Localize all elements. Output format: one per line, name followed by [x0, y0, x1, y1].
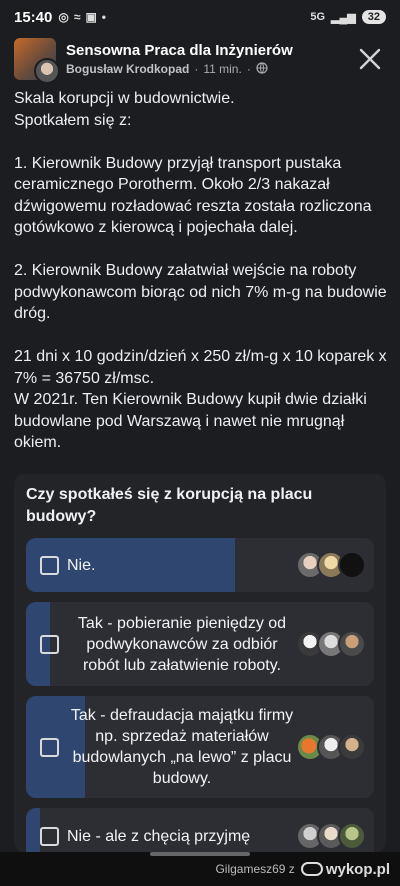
status-bar: 15:40 ◎ ≈ ▣ • 5G ▂▄▆ 32 — [0, 0, 400, 34]
voter-avatars[interactable] — [296, 822, 366, 850]
voter-avatar — [338, 551, 366, 579]
poll-option-3[interactable]: Nie - ale z chęcią przyjmę — [26, 808, 374, 852]
poll-option-0[interactable]: Nie. — [26, 538, 374, 592]
battery-badge: 32 — [361, 10, 386, 24]
clock: 15:40 — [14, 8, 53, 26]
voter-avatar — [338, 822, 366, 850]
wykop-mark-icon — [300, 862, 323, 876]
post-meta: Bogusław Krodkopad · 11 min. · — [66, 61, 354, 77]
voter-avatars[interactable] — [296, 630, 366, 658]
poll-option-label: Nie. — [67, 556, 96, 574]
poll-checkbox[interactable] — [40, 737, 59, 757]
signal-icon: ▂▄▆ — [331, 11, 356, 24]
poll-question: Czy spotkałeś się z korupcją na placu bu… — [26, 486, 313, 525]
source-user: Gilgamesz69 z — [215, 862, 295, 876]
poll: Czy spotkałeś się z korupcją na placu bu… — [14, 474, 386, 852]
author-name[interactable]: Bogusław Krodkopad — [66, 62, 189, 76]
dot-icon: • — [101, 10, 106, 24]
voter-avatar — [338, 733, 366, 761]
poll-checkbox[interactable] — [40, 634, 59, 654]
watermark-bar: Gilgamesz69 z wykop.pl — [0, 852, 400, 886]
poll-option-2[interactable]: Tak - defraudacja majątku firmy np. sprz… — [26, 696, 374, 798]
globe-icon — [256, 61, 268, 77]
poll-checkbox[interactable] — [40, 826, 59, 846]
group-avatar[interactable] — [14, 38, 60, 84]
signal-waves-icon: ≈ — [73, 10, 81, 24]
group-title[interactable]: Sensowna Praca dla Inżynierów — [66, 42, 354, 59]
notification-icons: ◎ ≈ ▣ • — [58, 10, 106, 24]
gesture-handle[interactable] — [150, 852, 250, 856]
poll-option-label: Tak - pobieranie pieniędzy od podwykonaw… — [77, 614, 287, 674]
wykop-brand: wykop.pl — [325, 860, 390, 878]
poll-option-label: Nie - ale z chęcią przyjmę — [67, 827, 251, 845]
close-icon[interactable] — [354, 43, 386, 75]
header-text: Sensowna Praca dla Inżynierów Bogusław K… — [66, 42, 354, 77]
meta-separator-2: · — [246, 62, 251, 76]
instagram-icon: ◎ — [58, 10, 69, 24]
post-header: Sensowna Praca dla Inżynierów Bogusław K… — [0, 34, 400, 84]
author-avatar[interactable] — [34, 58, 60, 84]
voter-avatars[interactable] — [296, 733, 366, 761]
image-icon: ▣ — [85, 10, 97, 24]
voter-avatars[interactable] — [296, 551, 366, 579]
status-right: 5G ▂▄▆ 32 — [310, 10, 386, 24]
post-time[interactable]: 11 min. — [203, 62, 241, 76]
voter-avatar — [338, 630, 366, 658]
poll-option-1[interactable]: Tak - pobieranie pieniędzy od podwykonaw… — [26, 602, 374, 686]
status-left: 15:40 ◎ ≈ ▣ • — [14, 9, 106, 26]
poll-checkbox[interactable] — [40, 555, 59, 575]
meta-separator: · — [194, 62, 199, 76]
poll-option-label: Tak - defraudacja majątku firmy np. sprz… — [70, 707, 294, 787]
wykop-logo: wykop.pl — [300, 860, 390, 878]
network-label: 5G — [310, 11, 326, 23]
post-text: Skala korupcji w budownictwie. Spotkałem… — [14, 90, 387, 451]
